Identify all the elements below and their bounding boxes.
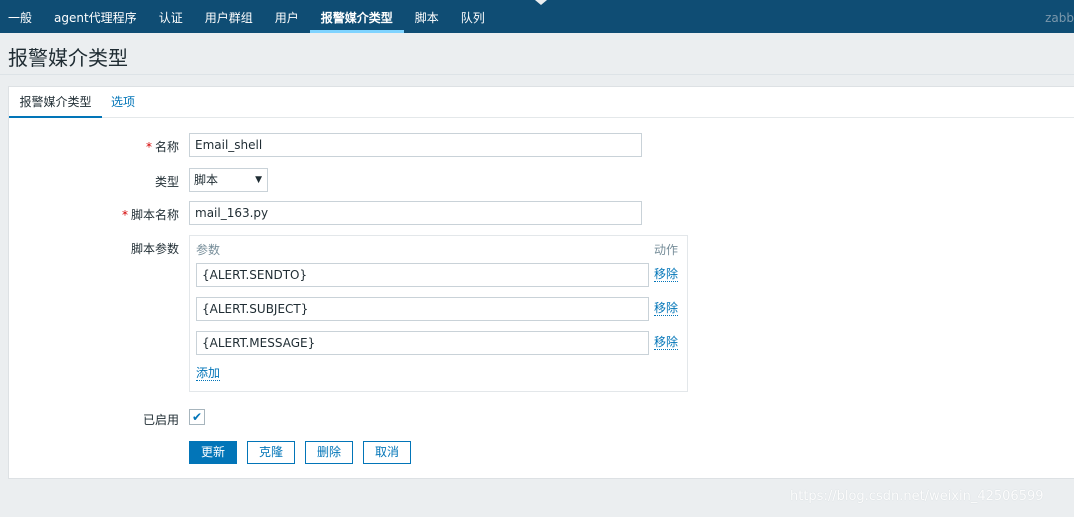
nav-item-authentication[interactable]: 认证 — [148, 0, 194, 33]
remove-param-link[interactable]: 移除 — [654, 267, 679, 282]
nav-item-user-groups[interactable]: 用户群组 — [194, 0, 264, 33]
script-params-table: 参数 动作 {ALERT.SENDTO} 移除 {ALERT.SUBJECT} … — [189, 235, 688, 392]
param-input[interactable]: {ALERT.SUBJECT} — [196, 297, 649, 321]
action-column-header: 动作 — [654, 243, 679, 257]
dropdown-arrow-icon: ▼ — [255, 175, 262, 185]
required-asterisk: * — [145, 140, 152, 154]
params-column-header: 参数 — [196, 243, 221, 257]
delete-button[interactable]: 删除 — [305, 441, 353, 464]
enabled-label: 已启用 — [142, 413, 179, 427]
checkmark-icon: ✔ — [191, 410, 203, 424]
title-divider — [0, 74, 1074, 75]
cancel-button[interactable]: 取消 — [363, 441, 411, 464]
nav-item-general[interactable]: 一般 — [0, 0, 43, 33]
update-button[interactable]: 更新 — [189, 441, 237, 464]
tab-media-type[interactable]: 报警媒介类型 — [9, 87, 102, 118]
top-navigation: 一般 agent代理程序 认证 用户群组 用户 报警媒介类型 脚本 队列 zab… — [0, 0, 1074, 33]
remove-param-link[interactable]: 移除 — [654, 301, 679, 316]
name-input[interactable]: Email_shell — [189, 133, 642, 157]
clone-button[interactable]: 克隆 — [247, 441, 295, 464]
nav-notch — [535, 0, 547, 5]
media-type-form-card: 报警媒介类型 选项 * 名称 Email_shell 类型 脚本 ▼ * 脚本名称 … — [8, 86, 1074, 479]
nav-item-users[interactable]: 用户 — [264, 0, 310, 33]
script-name-input[interactable]: mail_163.py — [189, 201, 642, 225]
nav-items: 一般 agent代理程序 认证 用户群组 用户 报警媒介类型 脚本 队列 — [0, 0, 496, 33]
type-select-value: 脚本 — [194, 173, 219, 187]
nav-item-queue[interactable]: 队列 — [450, 0, 496, 33]
tab-bar: 报警媒介类型 选项 — [9, 87, 1074, 118]
remove-param-link[interactable]: 移除 — [654, 335, 679, 350]
watermark: https://blog.csdn.net/weixin_42506599 — [790, 489, 1044, 504]
tab-options[interactable]: 选项 — [111, 87, 135, 118]
name-label: * 名称 — [145, 140, 179, 154]
type-label: 类型 — [154, 175, 179, 189]
nav-item-media-types[interactable]: 报警媒介类型 — [309, 0, 404, 33]
type-select[interactable]: 脚本 ▼ — [189, 168, 268, 192]
add-param-link[interactable]: 添加 — [196, 366, 221, 381]
page-title: 报警媒介类型 — [8, 46, 128, 70]
nav-item-agent-proxy[interactable]: agent代理程序 — [43, 0, 148, 33]
nav-item-scripts[interactable]: 脚本 — [404, 0, 450, 33]
param-input[interactable]: {ALERT.MESSAGE} — [196, 331, 649, 355]
param-input[interactable]: {ALERT.SENDTO} — [196, 263, 649, 287]
enabled-checkbox[interactable]: ✔ — [189, 409, 205, 425]
brand-logo: zabb — [1045, 11, 1074, 25]
script-name-label: * 脚本名称 — [121, 208, 179, 222]
script-params-label: 脚本参数 — [130, 242, 179, 256]
required-asterisk: * — [121, 208, 128, 222]
